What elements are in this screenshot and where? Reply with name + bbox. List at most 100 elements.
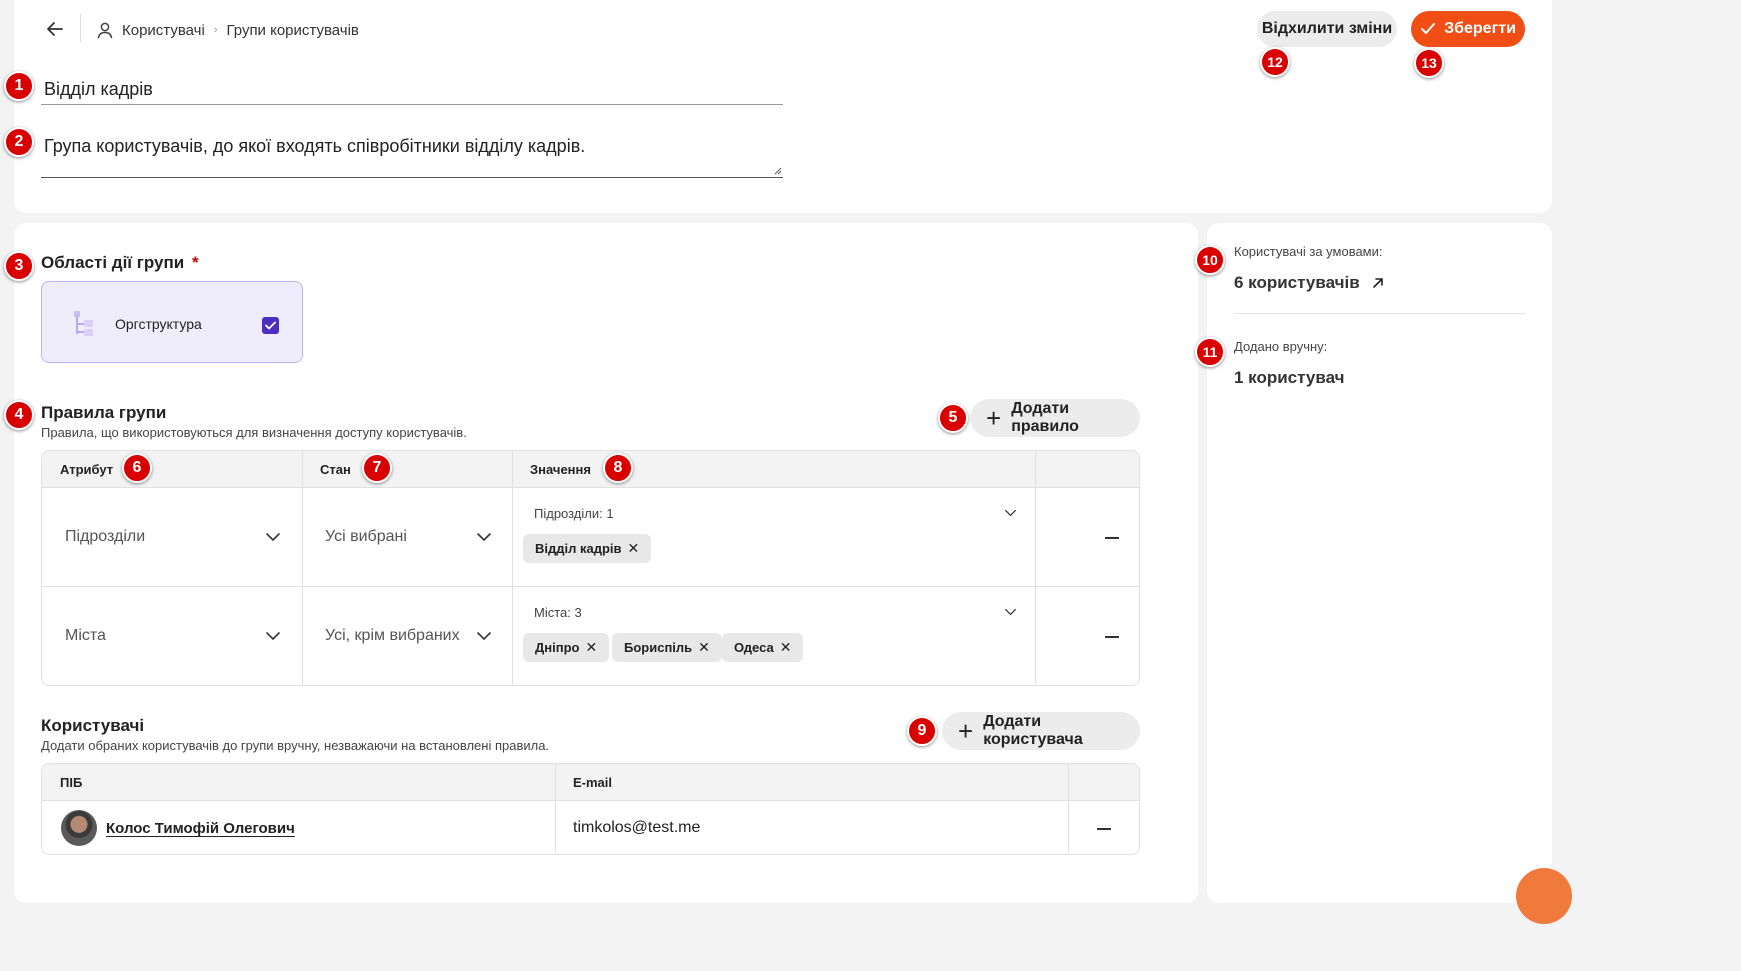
value-chip[interactable]: Відділ кадрів ✕ xyxy=(523,534,652,563)
chevron-down-icon xyxy=(266,533,280,542)
value-chip[interactable]: Бориспіль ✕ xyxy=(612,633,722,662)
plus-icon: + xyxy=(958,716,974,746)
save-button[interactable]: Зберегти xyxy=(1411,11,1525,47)
annotation-badge: 11 xyxy=(1195,337,1225,367)
orgstructure-icon xyxy=(74,311,93,336)
table-row: Колос Тимофій Олегович timkolos@test.me xyxy=(42,801,1139,854)
summary-divider xyxy=(1234,313,1525,314)
values-select-label: Підрозділи: 1 xyxy=(534,506,614,521)
group-name-value: Відділ кадрів xyxy=(44,79,153,99)
chevron-down-icon xyxy=(477,632,491,641)
back-arrow-icon xyxy=(47,22,63,36)
save-button-label: Зберегти xyxy=(1444,20,1516,37)
annotation-badge: 4 xyxy=(4,400,34,430)
column-header-attribute: Атрибут xyxy=(60,462,114,477)
column-header-values: Значення xyxy=(530,462,591,477)
users-title: Користувачі xyxy=(41,716,145,735)
plus-icon: + xyxy=(986,403,1002,433)
users-table: ПІБ E-mail Колос Тимофій Олегович timkol… xyxy=(41,763,1140,855)
chevron-down-icon xyxy=(477,533,491,542)
annotation-badge: 13 xyxy=(1414,48,1444,78)
breadcrumb-item-groups[interactable]: Групи користувачів xyxy=(226,22,358,39)
add-rule-label: Додати правило xyxy=(1011,400,1079,435)
users-table-header: ПІБ E-mail xyxy=(42,764,1139,801)
scopes-title-text: Області дії групи xyxy=(41,253,185,272)
rules-table: Атрибут Стан Значення Підрозділи Усі виб… xyxy=(41,450,1140,686)
table-row: Підрозділи Усі вибрані Підрозділи: 1 Від… xyxy=(42,488,1139,586)
divider xyxy=(80,14,81,42)
state-select[interactable]: Усі, крім вибраних xyxy=(303,587,512,685)
users-subtitle: Додати обраних користувачів до групи вру… xyxy=(41,738,550,753)
state-select-value: Усі вибрані xyxy=(325,528,407,545)
check-icon xyxy=(265,321,276,330)
conditional-users-label: Користувачі за умовами: xyxy=(1234,244,1383,259)
state-select[interactable]: Усі вибрані xyxy=(303,488,512,586)
back-button[interactable] xyxy=(44,18,66,40)
value-chip-label: Дніпро xyxy=(535,640,580,655)
chevron-right-icon: › xyxy=(213,24,218,36)
scope-checkbox[interactable] xyxy=(262,317,279,334)
remove-rule-button[interactable] xyxy=(1105,636,1119,638)
annotation-badge: 12 xyxy=(1260,47,1290,77)
manual-users-value: 1 користувач xyxy=(1234,368,1345,387)
state-select-value: Усі, крім вибраних xyxy=(325,627,460,644)
manual-users-label: Додано вручну: xyxy=(1234,339,1328,354)
remove-rule-button[interactable] xyxy=(1105,537,1119,539)
values-select[interactable]: Підрозділи: 1 Відділ кадрів ✕ xyxy=(513,488,1035,586)
add-user-button[interactable]: + Додати користувача xyxy=(942,712,1140,750)
attribute-select-value: Міста xyxy=(65,627,106,644)
breadcrumb: Користувачі › Групи користувачів xyxy=(96,20,359,40)
values-select-label: Міста: 3 xyxy=(534,605,582,620)
table-row: Міста Усі, крім вибраних Міста: 3 Дніпро… xyxy=(42,587,1139,685)
resize-handle-icon[interactable] xyxy=(773,166,782,175)
required-mark: * xyxy=(191,253,199,272)
value-chip[interactable]: Дніпро ✕ xyxy=(523,633,610,662)
annotation-badge: 8 xyxy=(603,453,633,483)
group-description-value: Група користувачів, до якої входять спів… xyxy=(44,136,586,156)
user-name-link[interactable]: Колос Тимофій Олегович xyxy=(106,820,295,837)
summary-card xyxy=(1207,223,1552,903)
value-chip-label: Одеса xyxy=(734,640,774,655)
column-header-email: E-mail xyxy=(573,775,613,790)
external-arrow-icon xyxy=(1372,278,1383,288)
discard-button-label: Відхилити зміни xyxy=(1261,20,1393,37)
close-icon[interactable]: ✕ xyxy=(585,639,597,656)
group-name-field[interactable]: Відділ кадрів xyxy=(41,74,783,105)
chevron-down-icon xyxy=(1005,509,1016,517)
check-icon xyxy=(1421,23,1436,34)
column-header-name: ПІБ xyxy=(60,775,83,790)
value-chip-label: Відділ кадрів xyxy=(535,541,622,556)
add-rule-button[interactable]: + Додати правило xyxy=(970,399,1140,437)
avatar xyxy=(61,810,97,846)
column-header-state: Стан xyxy=(320,462,351,477)
help-fab[interactable] xyxy=(1516,868,1572,924)
chevron-down-icon xyxy=(266,632,280,641)
annotation-badge: 1 xyxy=(4,71,34,101)
value-chip[interactable]: Одеса ✕ xyxy=(722,633,804,662)
annotation-badge: 7 xyxy=(362,453,392,483)
scope-option-label: Оргструктура xyxy=(115,316,202,332)
attribute-select-value: Підрозділи xyxy=(65,528,146,545)
scopes-title: Області дії групи * xyxy=(41,253,199,273)
add-user-label: Додати користувача xyxy=(983,713,1083,748)
value-chip-label: Бориспіль xyxy=(624,640,693,655)
discard-button[interactable]: Відхилити зміни xyxy=(1257,11,1397,47)
close-icon[interactable]: ✕ xyxy=(628,540,640,557)
attribute-select[interactable]: Міста xyxy=(42,587,302,685)
rules-table-header: Атрибут Стан Значення xyxy=(42,451,1139,488)
remove-user-button[interactable] xyxy=(1097,828,1111,830)
group-description-field[interactable]: Група користувачів, до якої входять спів… xyxy=(41,130,783,178)
chevron-down-icon xyxy=(1005,608,1016,616)
annotation-badge: 5 xyxy=(938,403,968,433)
values-select[interactable]: Міста: 3 Дніпро ✕ Бориспіль ✕ Одеса ✕ xyxy=(513,587,1035,685)
scope-option-orgstructure[interactable]: Оргструктура xyxy=(41,281,303,363)
conditional-users-value: 6 користувачів xyxy=(1234,273,1360,292)
annotation-badge: 9 xyxy=(907,716,937,746)
breadcrumb-item-users[interactable]: Користувачі xyxy=(122,22,205,39)
close-icon[interactable]: ✕ xyxy=(780,639,792,656)
annotation-badge: 2 xyxy=(4,127,34,157)
annotation-badge: 10 xyxy=(1195,245,1225,275)
attribute-select[interactable]: Підрозділи xyxy=(42,488,302,586)
close-icon[interactable]: ✕ xyxy=(698,639,710,656)
conditional-users-link[interactable]: 6 користувачів xyxy=(1234,273,1384,293)
